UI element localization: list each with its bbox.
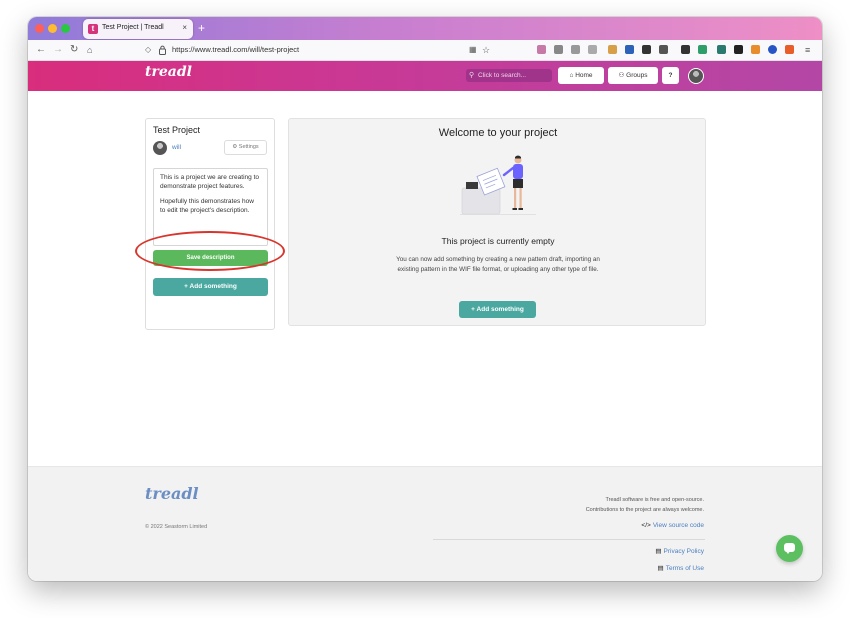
browser-toolbar: ← → ↻ ⌂ ◇ https://www.treadl.com/will/te… [28,40,822,61]
document-icon: ▤ [657,565,664,572]
document-icon: ▤ [655,548,662,555]
extension-icon[interactable] [698,45,707,54]
extension-icon[interactable] [625,45,634,54]
maximize-window-button[interactable] [61,24,70,33]
plus-icon: + [471,306,475,313]
tab-close-icon[interactable]: × [182,23,187,32]
add-something-button[interactable]: + Add something [153,278,268,296]
lock-icon[interactable] [159,45,166,55]
search-input[interactable] [478,69,550,82]
project-sidebar-card: Test Project will ⚙ Settings This is a p… [145,118,275,330]
view-source-link[interactable]: </> View source code [641,522,704,529]
chat-button[interactable] [776,535,803,562]
groups-button-label: Groups [626,72,648,79]
home-button[interactable]: ⌂ Home [558,67,604,84]
help-button[interactable]: ? [662,67,679,84]
save-description-button[interactable]: Save description [153,250,268,266]
browser-window: t Test Project | Treadl × + ← → ↻ ⌂ ◇ ht… [28,17,822,581]
menu-icon[interactable]: ≡ [805,44,810,56]
extension-icon[interactable] [717,45,726,54]
search-box[interactable]: ⚲ [466,69,552,82]
empty-project-illustration [460,155,536,215]
empty-state-heading: This project is currently empty [441,236,555,246]
view-source-label: View source code [652,522,704,529]
treadl-logo[interactable]: treadl [145,64,192,80]
minimize-window-button[interactable] [48,24,57,33]
groups-button[interactable]: ⚇ Groups [608,67,658,84]
copyright-text: © 2022 Seastorm Limited [145,524,208,530]
forward-icon[interactable]: → [53,44,63,56]
footer-note-line1: Treadl software is free and open-source. [605,497,704,503]
footer-divider [433,539,705,540]
add-something-main-label: Add something [476,306,524,313]
tab-title: Test Project | Treadl [102,24,164,31]
privacy-policy-link[interactable]: ▤ Privacy Policy [655,547,704,555]
extension-icon[interactable] [681,45,690,54]
user-avatar[interactable] [688,68,704,84]
library-icon[interactable] [571,45,580,54]
project-title: Test Project [153,125,201,135]
shield-icon[interactable]: ◇ [145,44,151,56]
close-window-button[interactable] [35,24,44,33]
settings-button-label: Settings [238,144,259,150]
home-icon[interactable]: ⌂ [87,44,92,56]
footer-note-line2: Contributions to the project are always … [585,507,704,513]
privacy-policy-label: Privacy Policy [663,548,704,555]
extension-icon[interactable] [751,45,760,54]
terms-of-use-link[interactable]: ▤ Terms of Use [658,564,704,572]
extension-icon[interactable] [785,45,794,54]
url-bar[interactable]: https://www.treadl.com/will/test-project [172,45,299,54]
search-icon: ⚲ [469,72,475,79]
plus-icon: + [184,283,188,290]
settings-icon: ⚙ [232,144,238,150]
site-footer: treadl © 2022 Seastorm Limited Treadl so… [28,466,822,581]
tab-strip: t Test Project | Treadl × + [28,17,822,40]
back-icon[interactable]: ← [36,44,46,56]
home-icon: ⌂ [569,72,574,79]
owner-avatar[interactable] [153,141,167,155]
extension-icon[interactable] [659,45,668,54]
reload-icon[interactable]: ↻ [70,44,78,56]
app-header: treadl ⚲ ⌂ Home ⚇ Groups ? [28,61,822,91]
settings-button[interactable]: ⚙ Settings [224,140,267,155]
browser-tab[interactable]: t Test Project | Treadl × [83,19,193,39]
downloads-icon[interactable] [554,45,563,54]
project-main-panel: Welcome to your project This project is … [288,118,706,326]
description-paragraph: Hopefully this demonstrates how to edit … [160,198,254,214]
sidebar-icon[interactable] [588,45,597,54]
extension-icon[interactable] [768,45,777,54]
chat-bubble-tail [785,550,791,554]
footer-logo[interactable]: treadl [145,484,199,503]
treadl-favicon-icon: t [88,24,98,34]
extension-icon[interactable] [642,45,651,54]
extension-icon[interactable] [608,45,617,54]
description-paragraph: This is a project we are creating to dem… [160,174,259,190]
description-textarea[interactable]: This is a project we are creating to dem… [153,168,268,246]
add-something-label: Add something [189,283,237,290]
extension-icon[interactable] [734,45,743,54]
owner-link[interactable]: will [172,144,181,151]
home-button-label: Home [575,72,593,79]
groups-icon: ⚇ [618,72,625,79]
pocket-icon[interactable] [537,45,546,54]
terms-of-use-label: Terms of Use [665,565,704,572]
empty-state-text: You can now add something by creating a … [396,256,600,273]
add-something-main-button[interactable]: + Add something [459,301,536,318]
qr-code-icon[interactable]: ▦ [469,44,477,56]
new-tab-button[interactable]: + [198,21,205,35]
bookmark-star-icon[interactable]: ☆ [482,44,490,56]
welcome-heading: Welcome to your project [438,127,558,139]
code-icon: </> [641,522,651,529]
